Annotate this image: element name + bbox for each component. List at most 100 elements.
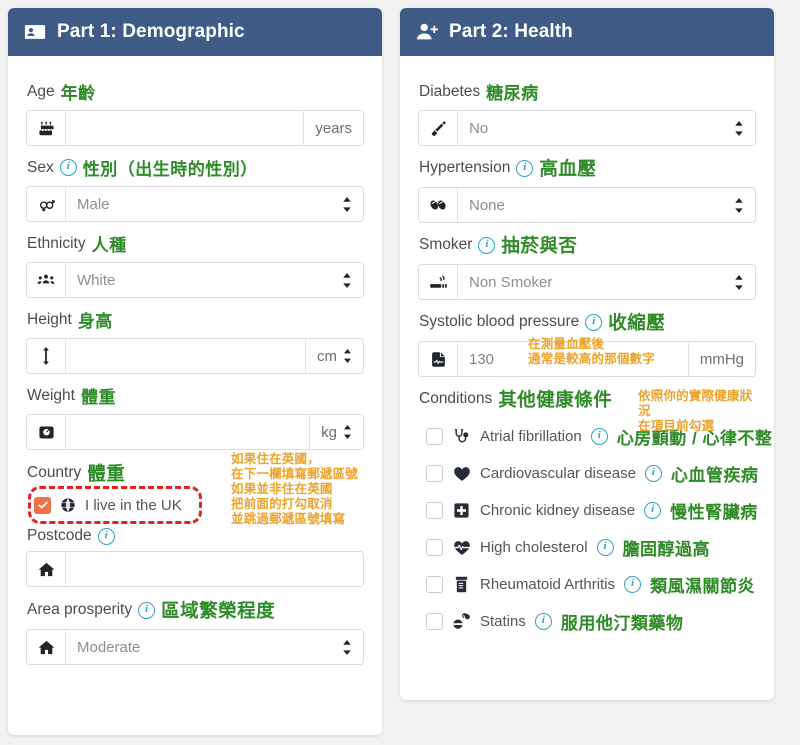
condition-row[interactable]: Rheumatoid Arthritis i 類風濕關節炎 [418,566,756,603]
info-icon[interactable]: i [596,539,614,556]
field-systolic: Systolic blood pressure i 收縮壓 130 mmHg 在… [418,309,756,377]
info-icon[interactable]: i [478,236,496,254]
systolic-label-zh: 收縮壓 [608,312,666,333]
smoker-label: Smoker [419,236,473,253]
people-group-icon [27,263,66,297]
part1-body: Age 年齡 years Sex i 性別（出生時的性別） Male Ethni… [8,56,382,684]
height-label-row: Height 身高 [27,307,364,332]
sex-label-row: Sex i 性別（出生時的性別） [27,155,364,180]
form-columns: Part 1: Demographic Age 年齡 years Sex i 性… [0,0,800,745]
info-icon[interactable]: i [97,527,115,545]
height-unit-select[interactable]: cm [305,339,363,373]
condition-row[interactable]: High cholesterol i 膽固醇過高 [418,529,756,566]
info-icon[interactable]: i [138,601,156,619]
sex-select[interactable]: Male [66,187,342,221]
cigarette-icon [419,265,458,299]
area-prosperity-select[interactable]: Moderate [66,630,342,664]
condition-name-zh: 慢性腎臟病 [670,503,758,522]
condition-name: Statins [480,613,526,630]
smoker-select-group[interactable]: Non Smoker [418,264,756,300]
condition-name: Atrial fibrillation [480,428,582,445]
home-icon [27,630,66,664]
height-input[interactable] [66,339,305,373]
hypertension-label-zh: 高血壓 [539,158,597,179]
field-postcode: Postcode i [26,527,364,587]
uk-checkbox[interactable] [34,496,51,514]
age-input[interactable] [66,111,303,145]
info-icon[interactable]: i [590,428,608,445]
weight-input[interactable] [66,415,309,449]
info-icon[interactable]: i [624,576,642,593]
field-hypertension: Hypertension i 高血壓 None [418,155,756,223]
field-conditions: Conditions 其他健康條件 依照你的實際健康狀況 在項目前勾選 Atri… [418,386,772,640]
chevron-updown-icon[interactable] [734,265,755,299]
heart-pulse-icon [452,539,471,557]
systolic-unit: mmHg [687,342,755,376]
systolic-label-row: Systolic blood pressure i 收縮壓 [419,309,756,335]
area-prosperity-select-group[interactable]: Moderate [26,629,364,665]
weight-unit-select[interactable]: kg [309,415,363,449]
condition-checkbox[interactable] [426,465,443,482]
chevron-updown-icon[interactable] [343,425,352,439]
info-icon[interactable]: i [585,313,603,331]
chevron-updown-icon[interactable] [342,187,363,221]
chevron-updown-icon[interactable] [734,111,755,145]
info-icon[interactable]: i [59,159,77,176]
chevron-updown-icon[interactable] [342,630,363,664]
chevron-updown-icon[interactable] [343,349,352,363]
height-input-group[interactable]: cm [26,338,364,374]
condition-checkbox[interactable] [426,502,443,519]
conditions-label-zh: 其他健康條件 [498,389,613,410]
ethnicity-select-group[interactable]: White [26,262,364,298]
weight-input-group[interactable]: kg [26,414,364,450]
condition-row[interactable]: Cardiovascular disease i 心血管疾病 [418,455,758,492]
hypertension-select[interactable]: None [458,188,734,222]
weight-scale-icon [27,415,66,449]
smoker-label-zh: 抽菸與否 [501,235,578,256]
chevron-updown-icon[interactable] [734,188,755,222]
field-height: Height 身高 cm [26,307,364,374]
info-icon[interactable]: i [644,465,662,482]
diabetes-label: Diabetes [419,82,481,100]
height-label-zh: 身高 [77,312,113,331]
weight-unit: kg [321,423,337,441]
age-unit: years [303,111,363,145]
info-icon[interactable]: i [516,159,534,177]
postcode-input-group[interactable] [26,551,364,587]
id-card-icon [24,21,46,43]
condition-name-zh: 類風濕關節炎 [650,577,756,596]
age-label: Age [27,82,55,100]
part2-body: Diabetes 糖尿病 No Hypertension i 高血壓 None … [400,56,774,659]
hypertension-label-row: Hypertension i 高血壓 [419,155,756,181]
postcode-label-row: Postcode i [27,527,364,545]
info-icon[interactable]: i [644,502,662,519]
condition-name: High cholesterol [480,539,588,556]
ethnicity-select[interactable]: White [66,263,342,297]
globe-icon [60,497,76,513]
condition-checkbox[interactable] [426,539,443,556]
diabetes-select[interactable]: No [458,111,734,145]
condition-checkbox[interactable] [426,428,443,445]
condition-row[interactable]: Statins i 服用他汀類藥物 [418,603,756,640]
sex-label: Sex [27,158,54,176]
hospital-plus-icon [452,502,471,519]
age-input-group[interactable]: years [26,110,364,146]
smoker-select[interactable]: Non Smoker [458,265,734,299]
condition-name: Rheumatoid Arthritis [480,576,616,593]
condition-checkbox[interactable] [426,576,443,593]
condition-row[interactable]: Chronic kidney disease i 慢性腎臟病 [418,492,758,529]
postcode-input[interactable] [66,552,363,586]
ethnicity-label-row: Ethnicity 人種 [27,231,364,256]
condition-name: Cardiovascular disease [480,465,636,482]
field-weight: Weight 體重 kg [26,383,364,450]
condition-checkbox[interactable] [426,613,443,630]
diabetes-select-group[interactable]: No [418,110,756,146]
ethnicity-label: Ethnicity [27,234,86,252]
sex-select-group[interactable]: Male [26,186,364,222]
field-country: Country 體重 I live in the UK 如果住在英國， 在下一欄… [26,452,364,526]
hypertension-select-group[interactable]: None [418,187,756,223]
chevron-updown-icon[interactable] [342,263,363,297]
birthday-cake-icon [27,111,66,145]
panel-part2: Part 2: Health Diabetes 糖尿病 No Hypertens… [400,8,774,700]
info-icon[interactable]: i [534,613,552,630]
